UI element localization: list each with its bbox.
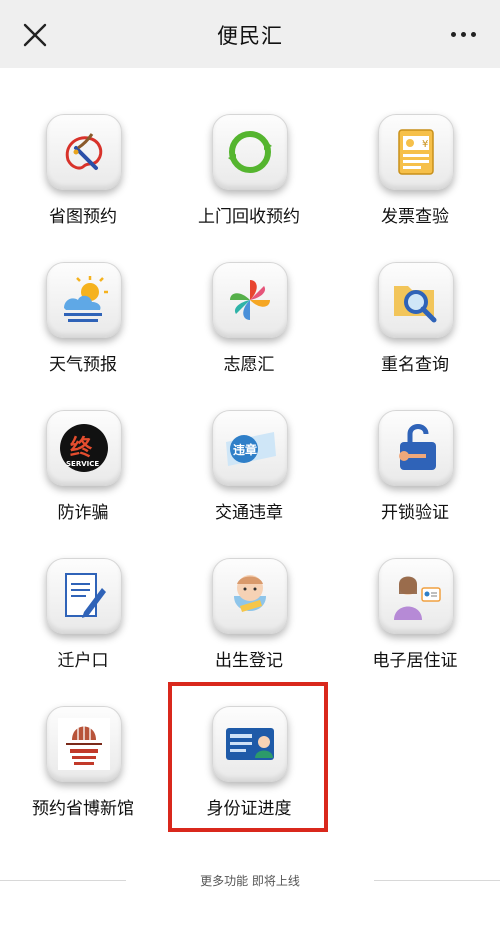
page-title: 便民汇 (217, 24, 283, 48)
museum-icon (46, 706, 122, 782)
service-weather[interactable]: 天气预报 (0, 262, 166, 402)
traffic-violation-icon: 违章 (212, 410, 288, 486)
invoice-icon: ¥ (378, 114, 454, 190)
service-unlock-verify[interactable]: 开锁验证 (332, 410, 498, 550)
service-label: 省图预约 (49, 207, 117, 227)
service-residence-permit[interactable]: 电子居住证 (332, 558, 498, 698)
palette-icon (46, 114, 122, 190)
service-birth-registration[interactable]: 出生登记 (166, 558, 332, 698)
service-label: 迁户口 (57, 651, 109, 671)
service-label: 开锁验证 (381, 503, 449, 523)
service-label: 志愿汇 (223, 355, 275, 375)
folder-search-icon (378, 262, 454, 338)
svg-text:终: 终 (70, 435, 93, 461)
service-label: 重名查询 (381, 355, 449, 375)
service-label: 天气预报 (49, 355, 117, 375)
id-card-person-icon (378, 558, 454, 634)
service-label: 防诈骗 (57, 503, 109, 523)
service-invoice-check[interactable]: ¥ 发票查验 (332, 114, 498, 254)
weather-icon (46, 262, 122, 338)
svg-text:SERVICE: SERVICE (66, 460, 99, 468)
service-label: 出生登记 (215, 651, 283, 671)
recycle-icon (212, 114, 288, 190)
service-museum-booking[interactable]: 预约省博新馆 (0, 706, 166, 846)
service-household-transfer[interactable]: 迁户口 (0, 558, 166, 698)
document-pen-icon (46, 558, 122, 634)
service-traffic-violation[interactable]: 违章 交通违章 (166, 410, 332, 550)
service-label: 交通违章 (215, 503, 283, 523)
highlight-frame (168, 682, 328, 832)
anti-fraud-icon: 终 SERVICE (46, 410, 122, 486)
service-label: 预约省博新馆 (32, 799, 134, 819)
service-label: 发票查验 (381, 207, 449, 227)
service-label: 电子居住证 (372, 651, 458, 671)
svg-text:¥: ¥ (422, 139, 428, 150)
service-label: 上门回收预约 (198, 207, 300, 227)
footer-text: 更多功能 即将上线 (200, 874, 300, 888)
more-options-icon[interactable] (451, 32, 476, 37)
top-bar: 便民汇 (0, 0, 500, 68)
service-recycle-booking[interactable]: 上门回收预约 (166, 114, 332, 254)
service-anti-fraud[interactable]: 终 SERVICE 防诈骗 (0, 410, 166, 550)
footer: 更多功能 即将上线 (0, 868, 500, 892)
service-library-booking[interactable]: 省图预约 (0, 114, 166, 254)
baby-icon (212, 558, 288, 634)
svg-text:违章: 违章 (233, 442, 257, 457)
pinwheel-icon (212, 262, 288, 338)
unlock-icon (378, 410, 454, 486)
service-volunteer[interactable]: 志愿汇 (166, 262, 332, 402)
service-duplicate-name[interactable]: 重名查询 (332, 262, 498, 402)
